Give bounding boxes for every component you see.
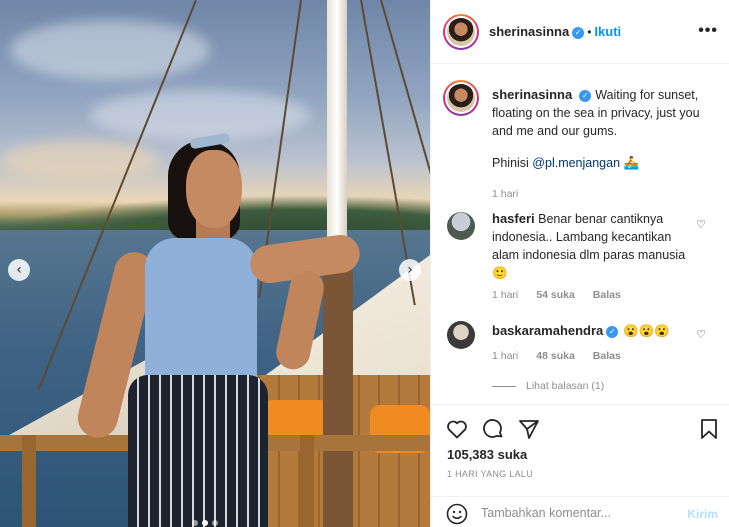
likes-count[interactable]: 105,383 suka [447,447,527,462]
comment-bubble-icon[interactable] [481,417,505,441]
comment-time[interactable]: 1 hari [492,289,518,301]
boat-emoji: 🚣 [623,156,640,170]
caption-username[interactable]: sherinasinna [492,87,572,102]
actions-bar: 105,383 suka 1 HARI YANG LALU [431,404,729,496]
person-figure [0,0,430,527]
caption-avatar[interactable] [443,80,479,116]
comment-input[interactable] [481,503,671,523]
header-username[interactable]: sherinasinna [489,24,569,39]
view-replies-label: Lihat balasan (1) [526,380,605,392]
comment-likes[interactable]: 48 suka [536,350,575,362]
comment-body: 😮😮😮 [623,324,670,338]
header-user-line: sherinasinna ✓ • Ikuti [489,24,621,39]
post-side-panel: sherinasinna ✓ • Ikuti ••• sherinasinna ✓ Wai… [430,0,729,527]
like-comment-heart-icon[interactable]: ♡ [696,218,706,231]
comments-list: sherinasinna ✓ Waiting for sunset, floatin… [431,64,729,404]
comment-item: baskaramahendra ✓ 😮😮😮 [492,322,702,340]
comment-username[interactable]: hasferi [492,211,535,226]
blue-top [145,238,257,398]
caption-line2: Phinisi [492,156,533,170]
post-comment-button[interactable]: Kirim [687,507,718,521]
more-options-icon[interactable]: ••• [698,22,718,40]
caption: sherinasinna ✓ Waiting for sunset, floatin… [492,86,717,203]
like-comment-heart-icon[interactable]: ♡ [696,328,706,341]
comment-meta: 1 hari 48 suka Balas [492,350,621,362]
post-timestamp[interactable]: 1 HARI YANG LALU [447,469,533,479]
replies-line [492,385,516,387]
emoji-icon[interactable] [445,502,469,526]
mention-link[interactable]: @pl.menjangan [532,156,620,170]
comment-likes[interactable]: 54 suka [536,289,575,301]
comment-time[interactable]: 1 hari [492,350,518,362]
save-bookmark-icon[interactable] [697,417,721,441]
right-forearm [272,267,328,373]
like-heart-icon[interactable] [445,417,469,441]
post-photo[interactable]: ‹ › [0,0,430,527]
carousel-dot [192,520,198,526]
share-paper-plane-icon[interactable] [517,417,541,441]
carousel-indicator [192,520,218,526]
comment-avatar[interactable] [447,321,475,349]
follow-button[interactable]: Ikuti [594,24,621,39]
comment-username[interactable]: baskaramahendra [492,323,603,338]
reply-button[interactable]: Balas [593,289,621,301]
view-replies-button[interactable]: Lihat balasan (1) [492,380,604,392]
verified-badge-icon: ✓ [579,89,592,102]
caption-time[interactable]: 1 hari [492,188,518,200]
verified-badge-icon: ✓ [572,26,585,39]
avatar-image [447,84,475,112]
reply-button[interactable]: Balas [593,350,621,362]
face [186,150,242,228]
carousel-prev-button[interactable]: ‹ [8,259,30,281]
avatar[interactable] [443,14,479,50]
carousel-next-button[interactable]: › [399,259,421,281]
avatar-image [447,18,475,46]
separator: • [587,25,592,39]
comment-avatar[interactable] [447,212,475,240]
carousel-dot-active [202,520,208,526]
comment-item: hasferi Benar benar cantiknya indonesia.… [492,210,692,282]
post-header: sherinasinna ✓ • Ikuti ••• [431,0,729,64]
add-comment-bar: Kirim [431,496,729,527]
striped-pants [128,375,268,527]
verified-badge-icon: ✓ [606,325,619,338]
comment-meta: 1 hari 54 suka Balas [492,289,621,301]
carousel-dot [212,520,218,526]
